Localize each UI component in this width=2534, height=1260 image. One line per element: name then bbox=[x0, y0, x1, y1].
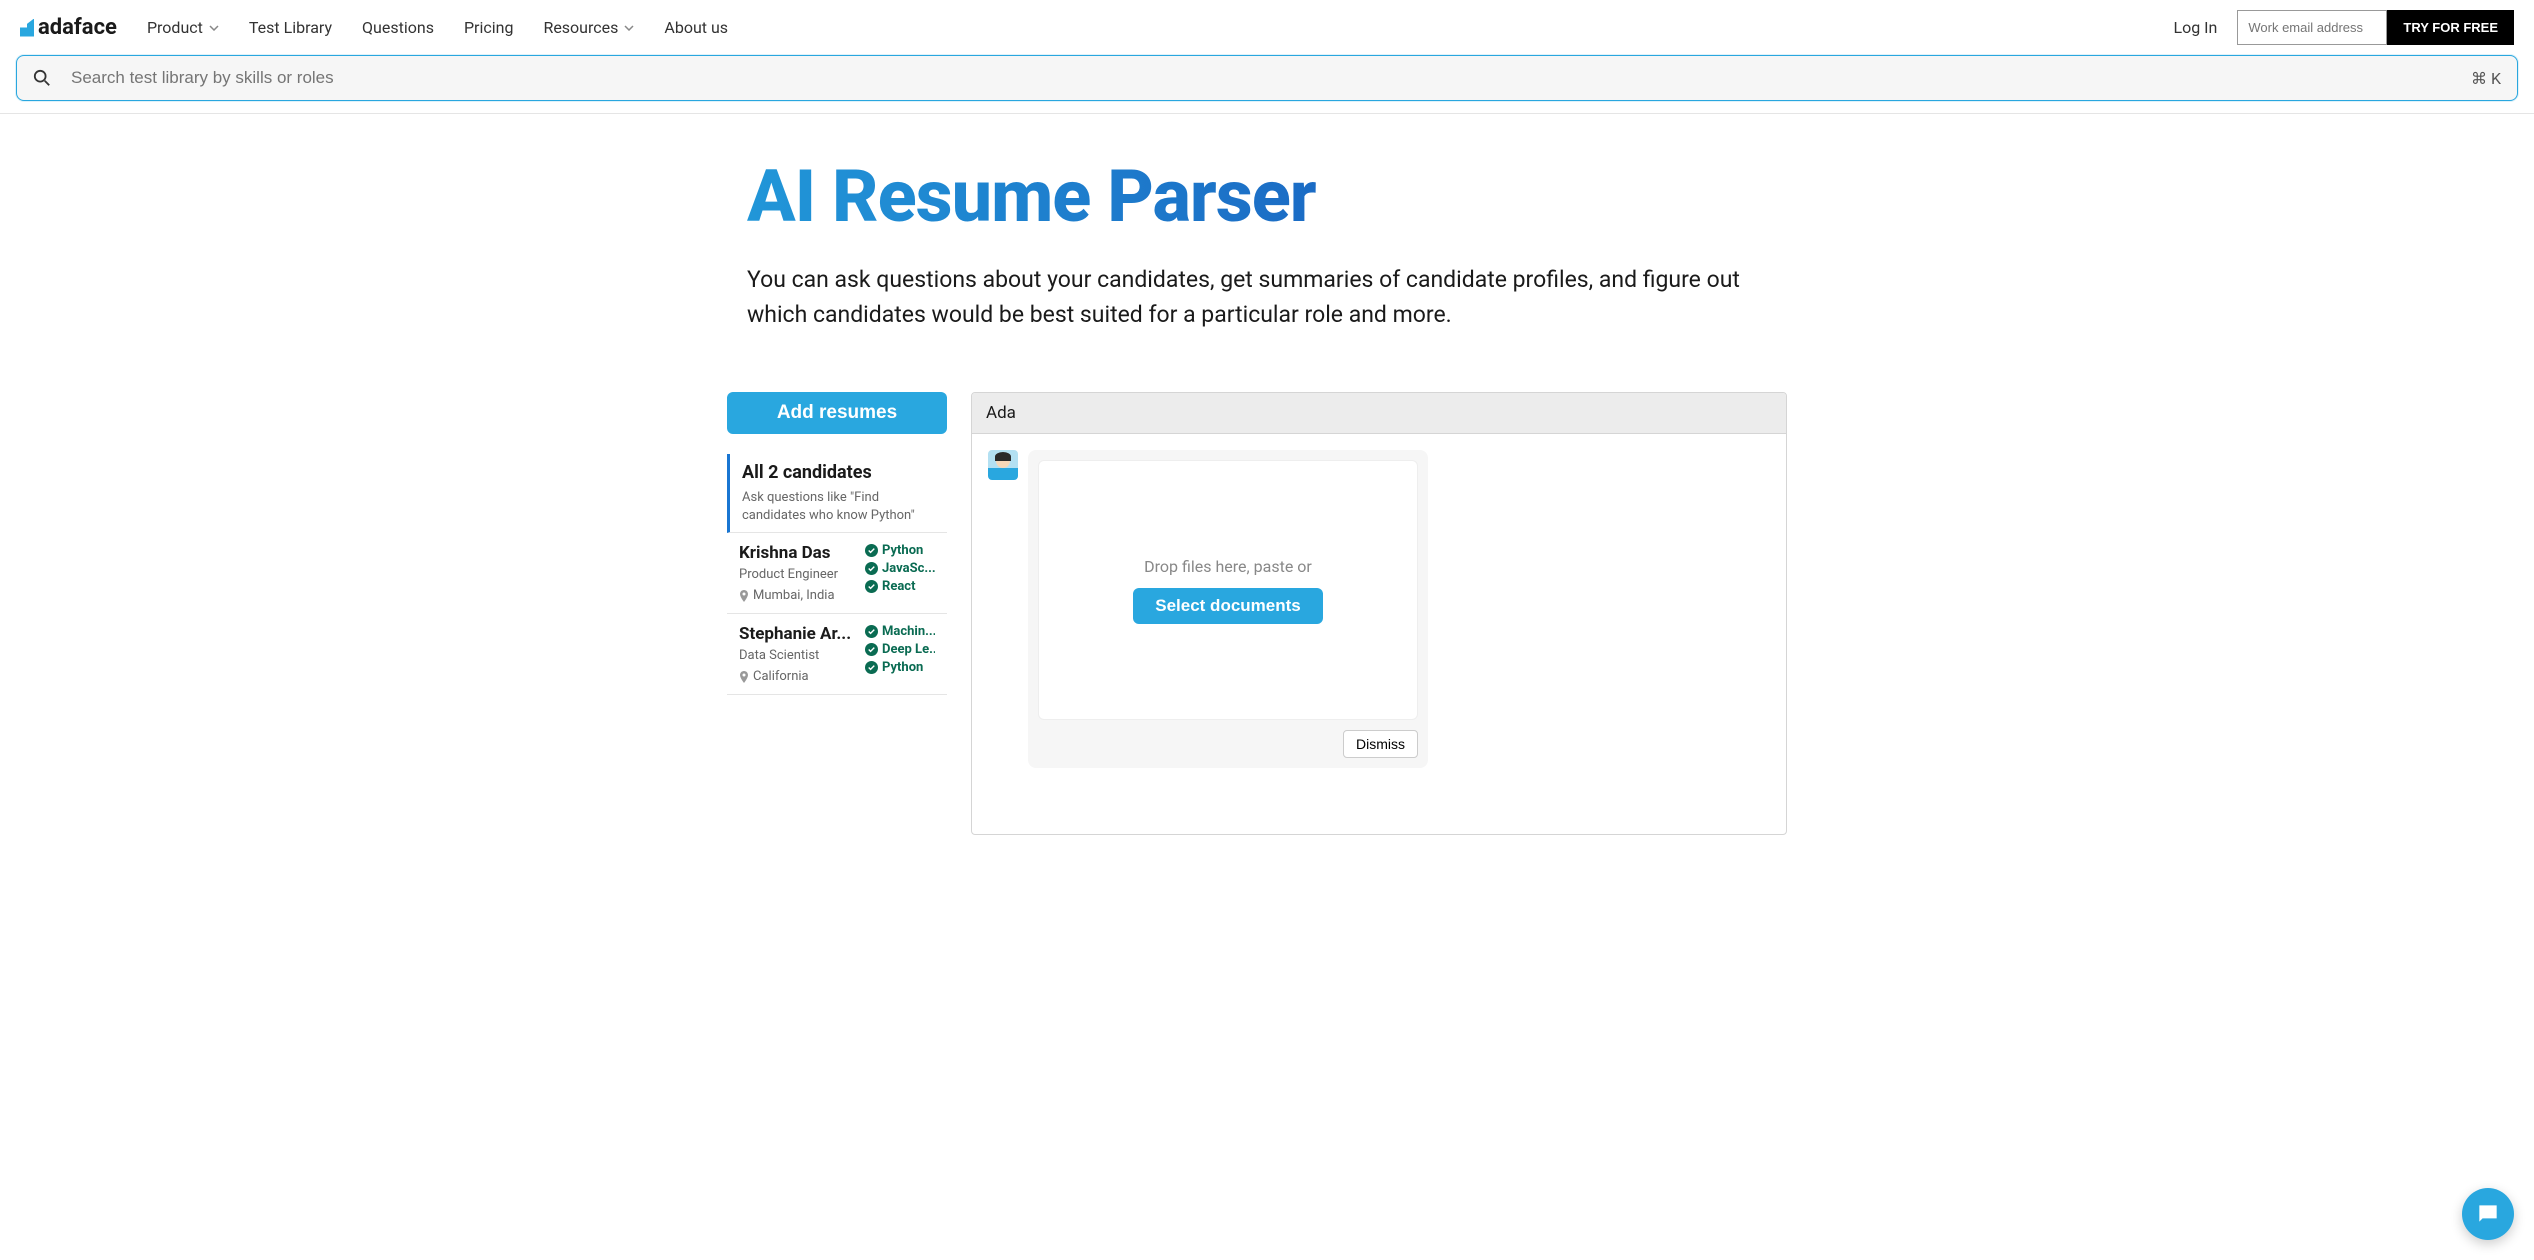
pin-icon bbox=[739, 671, 749, 683]
nav-test-library[interactable]: Test Library bbox=[249, 18, 332, 37]
page-subtitle: You can ask questions about your candida… bbox=[747, 263, 1747, 332]
header-right: Log In TRY FOR FREE bbox=[2173, 10, 2514, 45]
candidate-location: California bbox=[739, 669, 857, 684]
check-icon bbox=[865, 562, 878, 575]
nav-resources[interactable]: Resources bbox=[543, 18, 634, 37]
upload-bubble: Drop files here, paste or Select documen… bbox=[1028, 450, 1428, 768]
nav-product[interactable]: Product bbox=[147, 18, 219, 37]
check-icon bbox=[865, 544, 878, 557]
page-title: AI Resume Parser bbox=[747, 154, 1787, 239]
check-icon bbox=[865, 625, 878, 638]
dropzone[interactable]: Drop files here, paste or Select documen… bbox=[1038, 460, 1418, 720]
nav-pricing[interactable]: Pricing bbox=[464, 18, 514, 37]
candidate-name: Krishna Das bbox=[739, 543, 857, 563]
nav-questions[interactable]: Questions bbox=[362, 18, 434, 37]
candidate-item[interactable]: Stephanie Ar... Data Scientist Californi… bbox=[727, 614, 947, 695]
chat-fab[interactable] bbox=[2462, 1188, 2514, 1240]
drop-text: Drop files here, paste or bbox=[1144, 557, 1312, 576]
avatar bbox=[988, 450, 1018, 480]
nav: Product Test Library Questions Pricing R… bbox=[147, 18, 728, 37]
workspace: Add resumes All 2 candidates Ask questio… bbox=[727, 392, 1787, 835]
email-input[interactable] bbox=[2237, 10, 2387, 45]
dismiss-button[interactable]: Dismiss bbox=[1343, 730, 1418, 758]
candidate-skills: Machin... Deep Le... Python bbox=[865, 624, 935, 684]
candidate-skills: Python JavaSc... React bbox=[865, 543, 935, 603]
candidate-role: Data Scientist bbox=[739, 648, 857, 663]
login-link[interactable]: Log In bbox=[2173, 18, 2217, 37]
try-free-button[interactable]: TRY FOR FREE bbox=[2387, 10, 2514, 45]
all-candidates-hint: Ask questions like "Find candidates who … bbox=[742, 489, 935, 524]
all-candidates-title: All 2 candidates bbox=[742, 462, 935, 483]
candidate-item[interactable]: Krishna Das Product Engineer Mumbai, Ind… bbox=[727, 533, 947, 614]
chat-message: Drop files here, paste or Select documen… bbox=[988, 450, 1770, 768]
pin-icon bbox=[739, 590, 749, 602]
search-shortcut: ⌘ K bbox=[2471, 69, 2501, 88]
check-icon bbox=[865, 661, 878, 674]
header: adaface Product Test Library Questions P… bbox=[0, 0, 2534, 55]
logo[interactable]: adaface bbox=[20, 15, 117, 40]
chat-header: Ada bbox=[972, 393, 1786, 434]
check-icon bbox=[865, 580, 878, 593]
search-bar[interactable]: ⌘ K bbox=[16, 55, 2518, 101]
candidate-location: Mumbai, India bbox=[739, 588, 857, 603]
logo-icon bbox=[20, 19, 34, 37]
search-icon bbox=[33, 69, 51, 87]
nav-about[interactable]: About us bbox=[664, 18, 728, 37]
check-icon bbox=[865, 643, 878, 656]
chat-panel: Ada Drop files here, paste or Select doc… bbox=[971, 392, 1787, 835]
main: AI Resume Parser You can ask questions a… bbox=[727, 114, 1807, 835]
logo-text: adaface bbox=[38, 15, 117, 40]
search-input[interactable] bbox=[71, 68, 2471, 88]
all-candidates-item[interactable]: All 2 candidates Ask questions like "Fin… bbox=[727, 454, 947, 533]
select-documents-button[interactable]: Select documents bbox=[1133, 588, 1323, 624]
chat-icon bbox=[2475, 1201, 2501, 1227]
candidate-name: Stephanie Ar... bbox=[739, 624, 857, 644]
candidate-role: Product Engineer bbox=[739, 567, 857, 582]
add-resumes-button[interactable]: Add resumes bbox=[727, 392, 947, 434]
chevron-down-icon bbox=[209, 25, 219, 31]
chevron-down-icon bbox=[624, 25, 634, 31]
chat-body: Drop files here, paste or Select documen… bbox=[972, 434, 1786, 834]
sidebar: Add resumes All 2 candidates Ask questio… bbox=[727, 392, 947, 695]
